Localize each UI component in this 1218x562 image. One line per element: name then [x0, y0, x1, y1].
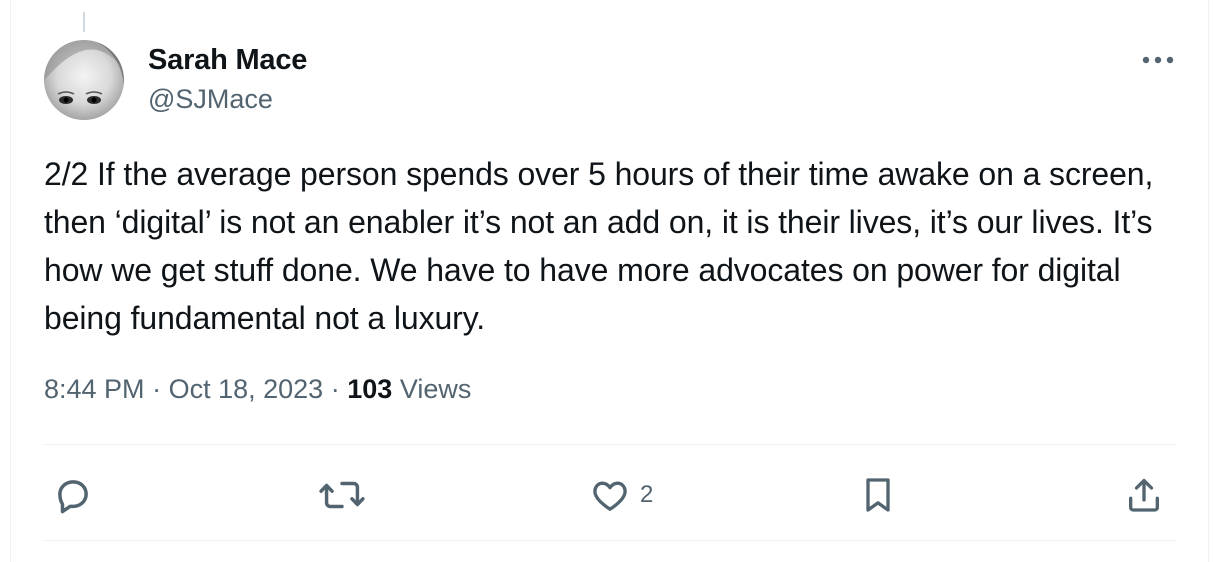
views-label: Views: [399, 374, 472, 404]
divider: [44, 540, 1176, 541]
divider: [44, 444, 1176, 445]
tweet-date[interactable]: Oct 18, 2023: [169, 374, 324, 404]
more-options-button[interactable]: [1136, 44, 1180, 76]
retweet-button[interactable]: [318, 474, 366, 516]
card-border-right: [1208, 0, 1209, 562]
meta-separator: ·: [152, 374, 162, 404]
author-name[interactable]: Sarah Mace: [148, 44, 307, 77]
meta-separator: ·: [330, 374, 340, 404]
reply-icon: [58, 480, 88, 514]
heart-icon: [593, 481, 627, 511]
card-border-left: [10, 0, 11, 562]
tweet-text: 2/2 If the average person spends over 5 …: [44, 156, 1154, 336]
retweet-icon: [319, 481, 365, 509]
tweet-card: Sarah Mace @SJMace 2/2 If the average pe…: [0, 0, 1218, 562]
share-icon: [1129, 478, 1159, 512]
share-button[interactable]: [1124, 474, 1164, 516]
avatar-portrait-icon: [44, 40, 124, 104]
bookmark-icon: [866, 478, 890, 512]
reply-button[interactable]: [52, 474, 94, 516]
bookmark-button[interactable]: [858, 474, 898, 516]
views-count: 103: [347, 374, 393, 404]
ellipsis-icon: [1142, 56, 1174, 64]
avatar[interactable]: [44, 40, 124, 120]
author-handle[interactable]: @SJMace: [148, 84, 273, 115]
tweet-meta: 8:44 PM · Oct 18, 2023 · 103 Views: [44, 374, 471, 405]
thread-connector-line: [83, 12, 85, 32]
like-count: 2: [640, 481, 654, 508]
like-button[interactable]: 2: [590, 474, 653, 516]
tweet-time[interactable]: 8:44 PM: [44, 374, 145, 404]
